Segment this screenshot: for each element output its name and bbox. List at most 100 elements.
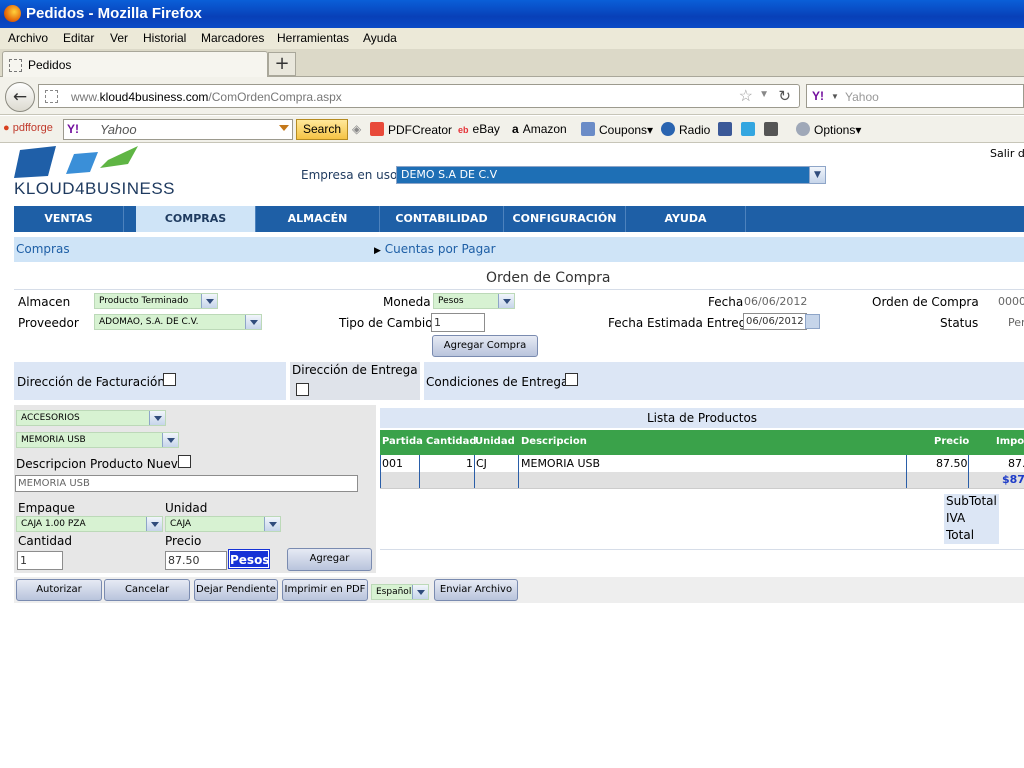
site-identity-icon[interactable] xyxy=(45,90,58,103)
unidad-select[interactable]: CAJA xyxy=(165,516,281,532)
url-bar[interactable]: www.kloud4business.com/ComOrdenCompra.as… xyxy=(38,84,800,108)
autorizar-button[interactable]: Autorizar xyxy=(16,579,102,601)
dejar-pendiente-button[interactable]: Dejar Pendiente xyxy=(194,579,278,601)
table-row[interactable]: 001 1 CJ MEMORIA USB 87.50 87. xyxy=(380,455,1024,472)
options-button[interactable]: Options▾ xyxy=(796,122,861,137)
facebook-icon[interactable] xyxy=(718,122,736,137)
yahoo-logo-icon[interactable]: Y! xyxy=(812,89,824,103)
col-descripcion[interactable]: Descripcion xyxy=(521,436,587,447)
reload-icon[interactable]: ↻ xyxy=(778,87,791,105)
menu-archivo[interactable]: Archivo xyxy=(8,31,48,45)
fecha-estimada-input[interactable]: 06/06/2012 xyxy=(743,313,807,330)
orden-compra-value: 0000 xyxy=(998,295,1024,308)
pdf-icon xyxy=(370,122,384,136)
empaque-select[interactable]: CAJA 1.00 PZA xyxy=(16,516,163,532)
pdfforge-logo[interactable]: ● pdfforge xyxy=(3,122,53,134)
breadcrumb-compras[interactable]: Compras xyxy=(16,242,70,256)
amazon-button[interactable]: a Amazon xyxy=(512,122,567,136)
url-dropdown-icon[interactable]: ▼ xyxy=(759,89,769,100)
tab-label: Pedidos xyxy=(28,58,72,72)
logout-link[interactable]: Salir d xyxy=(990,147,1024,160)
gear-icon xyxy=(796,122,810,136)
cell-descripcion: MEMORIA USB xyxy=(521,457,601,470)
cell-unidad: CJ xyxy=(476,457,487,470)
company-select[interactable]: DEMO S.A DE C.V ▼ xyxy=(396,166,826,184)
chevron-down-icon xyxy=(245,315,261,329)
coupons-button[interactable]: Coupons▾ xyxy=(581,122,653,137)
menu-marcadores[interactable]: Marcadores xyxy=(201,31,264,45)
cell-cantidad: 1 xyxy=(466,457,473,470)
producto-select[interactable]: MEMORIA USB xyxy=(16,432,179,448)
tab-pedidos[interactable]: Pedidos xyxy=(2,51,268,77)
chevron-down-icon: ▼ xyxy=(809,167,825,183)
col-importe[interactable]: Impo xyxy=(996,436,1024,447)
search-bar[interactable]: Y! ▼ Yahoo xyxy=(806,84,1024,108)
radio-button[interactable]: Radio xyxy=(661,122,710,137)
product-table-header: Partida Cantidad Unidad Descripcion Prec… xyxy=(380,430,1024,455)
back-arrow-icon: ← xyxy=(12,87,28,107)
imprimir-pdf-button[interactable]: Imprimir en PDF xyxy=(282,579,368,601)
dropdown-arrow-icon[interactable] xyxy=(279,125,289,131)
back-button[interactable]: ← xyxy=(5,82,35,112)
orden-compra-label: Orden de Compra xyxy=(872,295,979,309)
categoria-select[interactable]: ACCESORIOS xyxy=(16,410,166,426)
tab-contabilidad[interactable]: CONTABILIDAD xyxy=(380,206,504,232)
company-label: Empresa en uso: xyxy=(301,168,402,182)
tab-compras[interactable]: COMPRAS xyxy=(136,206,256,232)
bookmark-star-icon[interactable]: ☆ xyxy=(739,86,753,106)
direccion-facturacion-checkbox[interactable] xyxy=(163,373,176,386)
amazon-icon: a xyxy=(512,122,519,136)
googleplus-icon[interactable] xyxy=(764,122,782,137)
total-label: Total xyxy=(946,528,975,542)
subtotal-label: SubTotal xyxy=(946,494,997,508)
menu-ayuda[interactable]: Ayuda xyxy=(363,31,397,45)
precio-input[interactable]: 87.50 xyxy=(165,551,227,570)
col-partida[interactable]: Partida xyxy=(382,436,423,447)
almacen-select[interactable]: Producto Terminado xyxy=(94,293,218,309)
cuentas-por-pagar-link[interactable]: ▶ Cuentas por Pagar xyxy=(374,242,496,256)
col-cantidad[interactable]: Cantidad xyxy=(426,436,476,447)
descripcion-input[interactable]: MEMORIA USB xyxy=(15,475,358,492)
table-divider xyxy=(474,455,475,488)
twitter-icon[interactable] xyxy=(741,122,759,137)
search-engine-dropdown-icon[interactable]: ▼ xyxy=(831,92,839,101)
ebay-button[interactable]: eb eBay xyxy=(458,122,500,136)
cancelar-button[interactable]: Cancelar xyxy=(104,579,190,601)
cantidad-input[interactable]: 1 xyxy=(17,551,63,570)
page-title: Orden de Compra xyxy=(486,270,611,286)
search-button[interactable]: Search xyxy=(296,119,348,140)
menu-editar[interactable]: Editar xyxy=(63,31,94,45)
menu-herramientas[interactable]: Herramientas xyxy=(277,31,349,45)
toolbar-separator-icon: ◈ xyxy=(352,122,362,136)
new-tab-button[interactable]: + xyxy=(268,52,296,76)
yahoo-search-input[interactable]: Y! Yahoo xyxy=(63,119,293,140)
pdfcreator-button[interactable]: PDFCreator xyxy=(370,122,452,137)
page-icon xyxy=(9,59,22,72)
almacen-label: Almacen xyxy=(18,295,71,309)
ebay-icon: eb xyxy=(458,125,469,135)
agregar-button[interactable]: Agregar xyxy=(287,548,372,571)
col-unidad[interactable]: Unidad xyxy=(475,436,515,447)
tab-ayuda[interactable]: AYUDA xyxy=(626,206,746,232)
tab-almacen[interactable]: ALMACÉN xyxy=(256,206,380,232)
tab-configuracion[interactable]: CONFIGURACIÓN xyxy=(504,206,626,232)
descripcion-nuevo-checkbox[interactable] xyxy=(178,455,191,468)
product-list-title: Lista de Productos xyxy=(380,408,1024,428)
tab-ventas[interactable]: VENTAS xyxy=(14,206,124,232)
moneda-select[interactable]: Pesos xyxy=(433,293,515,309)
status-label: Status xyxy=(940,316,979,330)
agregar-compra-button[interactable]: Agregar Compra xyxy=(432,335,538,357)
menu-historial[interactable]: Historial xyxy=(143,31,186,45)
menu-ver[interactable]: Ver xyxy=(110,31,128,45)
condiciones-entrega-checkbox[interactable] xyxy=(565,373,578,386)
table-divider xyxy=(380,455,381,488)
enviar-archivo-button[interactable]: Enviar Archivo xyxy=(434,579,518,601)
calendar-icon[interactable] xyxy=(805,314,820,329)
table-divider xyxy=(419,455,420,488)
proveedor-select[interactable]: ADOMAO, S.A. DE C.V. xyxy=(94,314,262,330)
col-precio[interactable]: Precio xyxy=(934,436,969,447)
direccion-entrega-checkbox[interactable] xyxy=(296,383,309,396)
tipo-cambio-input[interactable]: 1 xyxy=(431,313,485,332)
tab-strip: Pedidos + xyxy=(0,49,1024,77)
idioma-select[interactable]: Español xyxy=(371,584,429,600)
